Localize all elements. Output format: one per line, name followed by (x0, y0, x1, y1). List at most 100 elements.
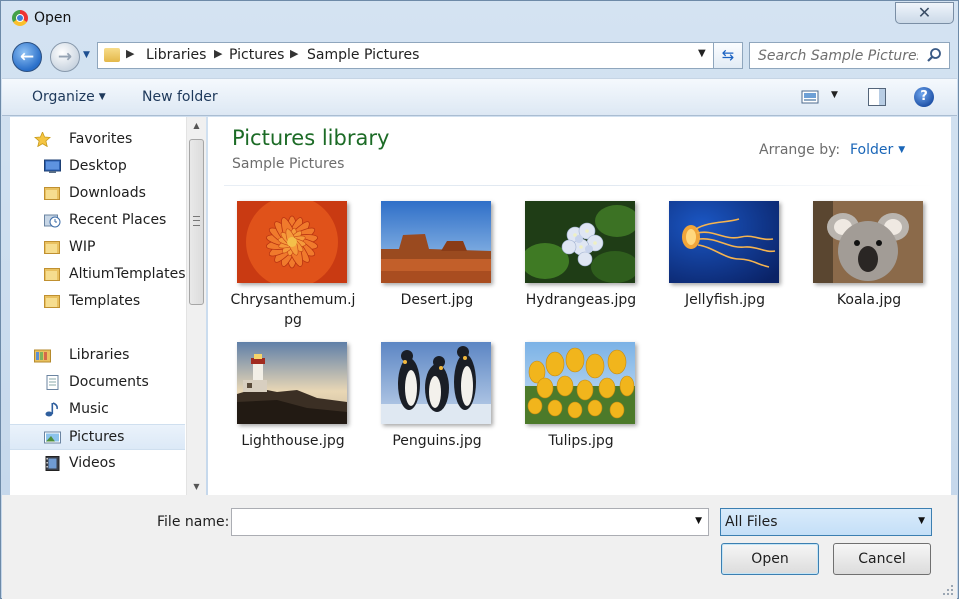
open-button[interactable]: Open (721, 543, 819, 575)
nav-item-libraries[interactable]: Libraries (10, 343, 185, 369)
file-tile[interactable]: Koala.jpg (792, 201, 932, 341)
chevron-down-icon[interactable]: ▼ (695, 516, 702, 526)
koala-thumbnail (813, 201, 923, 283)
music-icon (45, 402, 58, 417)
view-options-dropdown-icon[interactable]: ▼ (831, 90, 838, 100)
file-name: Tulips.jpg (548, 433, 614, 449)
nav-item-label: Libraries (69, 347, 130, 363)
scroll-down-icon[interactable]: ▼ (187, 478, 206, 495)
recent-places-icon (44, 214, 61, 228)
back-arrow-icon: ← (19, 47, 35, 67)
file-name: Jellyfish.jpg (685, 292, 765, 308)
help-button[interactable]: ? (914, 87, 934, 107)
breadcrumb-pictures[interactable]: Pictures (229, 47, 284, 63)
nav-item-wip[interactable]: WIP (10, 235, 185, 261)
file-tile[interactable]: Hydrangeas.jpg (504, 201, 644, 341)
file-type-filter[interactable]: All Files ▼ (720, 508, 932, 536)
breadcrumb-sample-pictures[interactable]: Sample Pictures (307, 47, 419, 63)
nav-item-label: Pictures (69, 429, 125, 445)
title-bar[interactable]: Open ✕ (1, 1, 958, 35)
nav-item-label: WIP (69, 239, 96, 255)
chevron-down-icon: ▼ (898, 145, 906, 155)
folder-icon (44, 241, 60, 254)
scroll-thumb[interactable] (189, 139, 204, 305)
arrange-by-label: Arrange by: (759, 142, 841, 158)
nav-item-desktop[interactable]: Desktop (10, 154, 185, 180)
nav-item-label: Desktop (69, 158, 127, 174)
search-input[interactable] (750, 43, 920, 68)
change-view-icon[interactable] (801, 89, 819, 105)
library-title: Pictures library (232, 126, 390, 150)
file-name-label: File name: (157, 514, 230, 530)
forward-button[interactable]: → (50, 42, 80, 72)
search-box (749, 42, 950, 69)
folder-icon (44, 187, 60, 200)
back-button[interactable]: ← (12, 42, 42, 72)
nav-item-templates[interactable]: Templates (10, 289, 185, 315)
nav-item-recent-places[interactable]: Recent Places (10, 208, 185, 234)
organize-label: Organize (32, 89, 95, 105)
address-dropdown-icon[interactable]: ▼ (698, 48, 706, 59)
address-bar[interactable]: ▶ Libraries ▶ Pictures ▶ Sample Pictures… (97, 42, 714, 69)
scroll-up-icon[interactable]: ▲ (187, 117, 206, 134)
chevron-down-icon: ▼ (98, 92, 106, 102)
nav-scrollbar[interactable]: ▲ ▼ (186, 117, 206, 495)
nav-item-music[interactable]: Music (10, 397, 185, 423)
file-name: Chrysanthemum.j pg (230, 292, 356, 328)
nav-item-videos[interactable]: Videos (10, 451, 185, 477)
chrysanthemum-thumbnail (237, 201, 347, 283)
arrange-by-value: Folder (850, 142, 894, 158)
arrange-by-dropdown[interactable]: Folder ▼ (850, 142, 905, 158)
breadcrumb-separator-icon[interactable]: ▶ (214, 47, 222, 60)
refresh-button[interactable]: ⇆ (714, 42, 743, 69)
chrome-icon (12, 10, 28, 26)
navigation-row: ← → ▼ ▶ Libraries ▶ Pictures ▶ Sample Pi… (1, 37, 958, 75)
file-tile[interactable]: Tulips.jpg (504, 342, 644, 482)
grip-icon (193, 216, 200, 226)
cancel-button[interactable]: Cancel (833, 543, 931, 575)
new-folder-button[interactable]: New folder (142, 89, 218, 105)
penguins-thumbnail (381, 342, 491, 424)
preview-pane-button[interactable] (868, 88, 886, 106)
folder-icon (44, 268, 60, 281)
nav-item-label: Music (69, 401, 109, 417)
breadcrumb-separator-icon[interactable]: ▶ (290, 47, 298, 60)
nav-item-altiumtemplates[interactable]: AltiumTemplatesL (10, 262, 187, 288)
file-name-combobox[interactable]: ▼ (231, 508, 709, 536)
breadcrumb-libraries[interactable]: Libraries (146, 47, 206, 63)
chevron-down-icon: ▼ (918, 516, 925, 526)
nav-item-favorites[interactable]: Favorites (10, 127, 185, 153)
file-tile[interactable]: Desert.jpg (360, 201, 500, 341)
desktop-icon (44, 159, 61, 173)
libraries-icon (34, 349, 51, 363)
folder-icon (44, 295, 60, 308)
file-name: Hydrangeas.jpg (525, 292, 637, 308)
file-tile[interactable]: Chrysanthemum.j pg (216, 201, 356, 341)
forward-arrow-icon: → (57, 47, 73, 67)
file-name: Lighthouse.jpg (241, 433, 345, 449)
nav-item-pictures[interactable]: Pictures (10, 424, 185, 450)
nav-item-label: Videos (69, 455, 116, 471)
nav-item-label: Recent Places (69, 212, 167, 228)
documents-icon (46, 375, 59, 390)
dialog-footer: File name: ▼ All Files ▼ Open Cancel (2, 495, 957, 599)
file-tile[interactable]: Lighthouse.jpg (216, 342, 356, 482)
close-button[interactable]: ✕ (895, 2, 954, 24)
organize-button[interactable]: Organize ▼ (32, 89, 106, 105)
nav-item-documents[interactable]: Documents (10, 370, 185, 396)
search-icon[interactable] (926, 47, 942, 63)
recent-locations-button[interactable]: ▼ (83, 50, 95, 62)
breadcrumb-separator-icon[interactable]: ▶ (126, 47, 134, 60)
videos-icon (45, 456, 60, 471)
nav-item-label: Downloads (69, 185, 146, 201)
nav-item-downloads[interactable]: Downloads (10, 181, 185, 207)
resize-grip-icon[interactable] (942, 584, 954, 596)
file-type-value: All Files (725, 514, 778, 530)
file-tile[interactable]: Penguins.jpg (360, 342, 500, 482)
file-tile[interactable]: Jellyfish.jpg (648, 201, 788, 341)
divider (224, 185, 936, 186)
file-name: Penguins.jpg (392, 433, 482, 449)
file-name: Desert.jpg (400, 292, 474, 308)
nav-item-label: Templates (69, 293, 141, 309)
chevron-down-icon: ▼ (83, 50, 90, 60)
